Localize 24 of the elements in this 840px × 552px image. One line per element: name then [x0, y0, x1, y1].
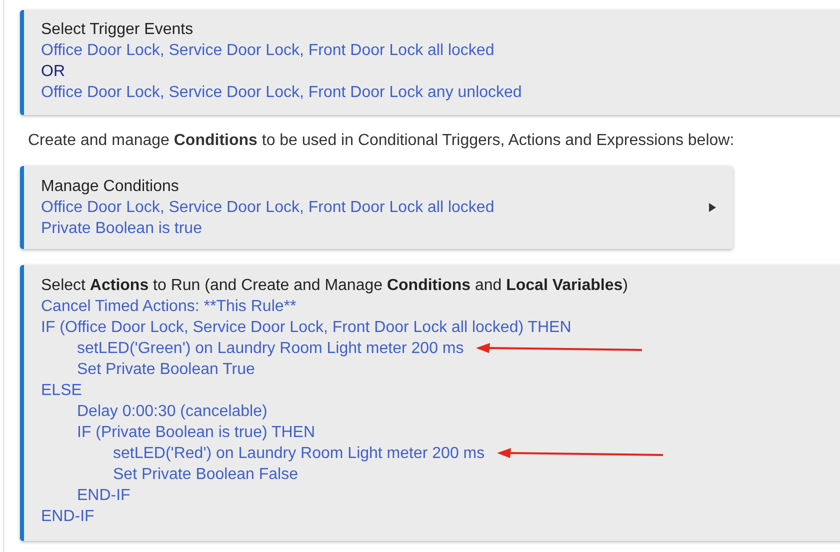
card-title: Select Trigger Events [41, 20, 194, 40]
caret-icon[interactable] [709, 203, 716, 212]
action-line[interactable]: Delay 0:00:30 (cancelable) [77, 401, 268, 422]
action-line[interactable]: IF (Private Boolean is true) THEN [77, 422, 316, 443]
trigger-event: Office Door Lock, Service Door Lock, Front Door Lock any unlocked [41, 83, 523, 103]
conditions-description: Create and manage Conditions to be used in Conditional Triggers, Actions and Expressions below: [28, 131, 736, 151]
operator-text: OR [41, 62, 66, 82]
action-line[interactable]: END-IF [77, 485, 130, 506]
card-title: Manage Conditions [41, 177, 180, 197]
actions-card[interactable] [20, 265, 840, 541]
trigger-event: Office Door Lock, Service Door Lock, Front Door Lock all locked [41, 41, 496, 61]
action-line[interactable]: Set Private Boolean True [77, 359, 255, 380]
action-line[interactable]: setLED('Red') on Laundry Room Light meter 200 ms [113, 443, 485, 464]
condition-text: Private Boolean is true [41, 219, 203, 239]
action-line[interactable]: Set Private Boolean False [113, 464, 298, 485]
action-line[interactable]: END-IF [41, 506, 94, 527]
action-line[interactable]: ELSE [41, 380, 82, 401]
action-line[interactable]: IF (Office Door Lock, Service Door Lock, Front Door Lock all locked) THEN [41, 317, 572, 338]
condition-text: Office Door Lock, Service Door Lock, Front Door Lock all locked [41, 198, 496, 218]
action-line[interactable]: setLED('Green') on Laundry Room Light meter 200 ms [77, 338, 464, 359]
trigger-events-card[interactable]: Select Trigger Events Office Door Lock, Service Door Lock, Front Door Lock all locked OR Office Door Lock, Service Door Lock, Front Door Lock any unlocked [20, 10, 840, 115]
manage-conditions-card[interactable]: Manage Conditions Office Door Lock, Service Door Lock, Front Door Lock all locked Private Boolean is true [20, 166, 733, 249]
card-title: Select Actions to Run (and Create and Manage Conditions and Local Variables) [41, 276, 629, 296]
action-line[interactable]: Cancel Timed Actions: **This Rule** [41, 296, 296, 317]
